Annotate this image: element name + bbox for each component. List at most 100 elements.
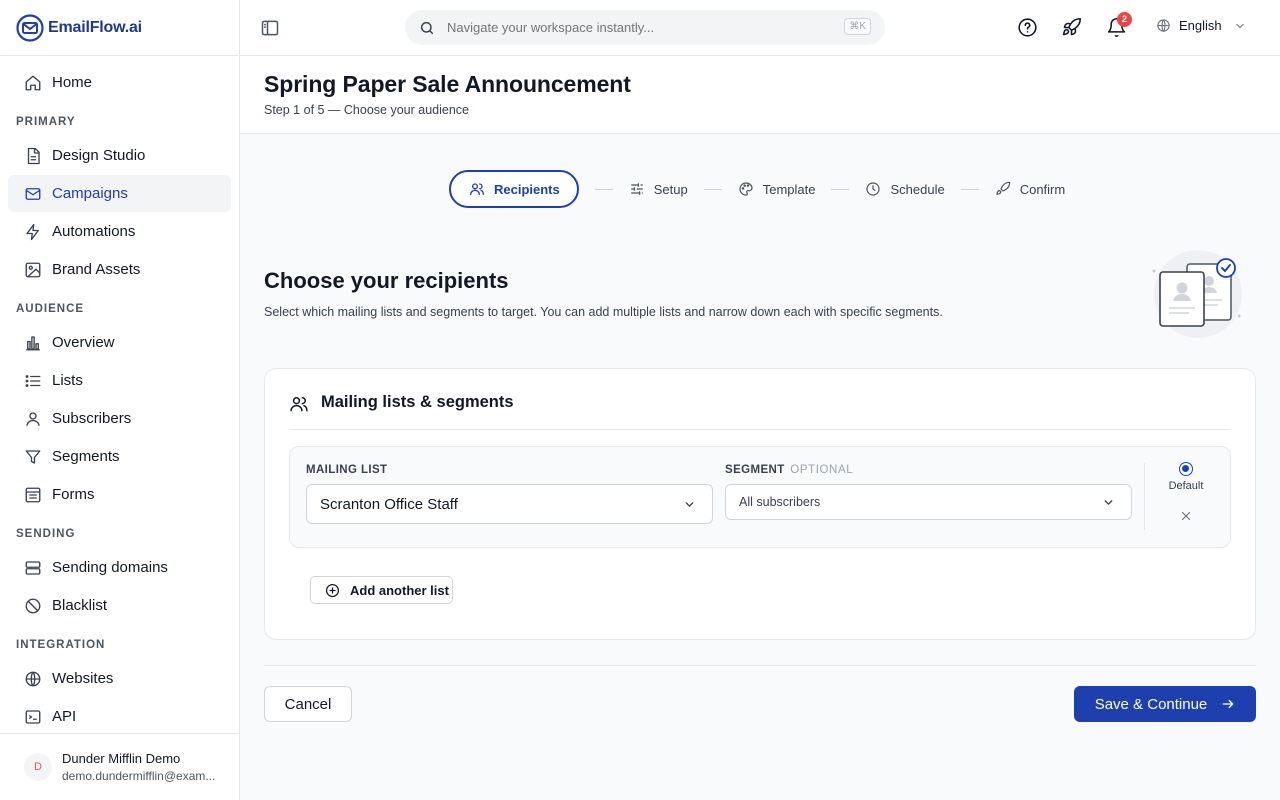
sidebar-item-forms[interactable]: Forms xyxy=(8,476,231,513)
language-label: English xyxy=(1179,18,1222,33)
notification-badge: 2 xyxy=(1117,12,1132,27)
add-list-button[interactable]: Add another list xyxy=(310,576,453,604)
mailing-list-row: MAILING LIST Scranton Office Staff SEGME… xyxy=(289,446,1231,548)
save-button-label: Save & Continue xyxy=(1094,695,1208,713)
rocket-icon[interactable] xyxy=(1061,17,1082,38)
sidebar: EmailFlow.ai Home PRIMARY Design Studio … xyxy=(0,0,240,800)
step-recipients[interactable]: Recipients xyxy=(449,170,579,208)
step-label: Schedule xyxy=(890,181,945,197)
mailing-list-label: MAILING LIST xyxy=(306,464,388,476)
sidebar-item-api[interactable]: API xyxy=(8,698,231,735)
divider xyxy=(1144,463,1145,530)
user-info: Dunder Mifflin Demo demo.dundermifflin@e… xyxy=(62,751,215,783)
users-icon xyxy=(469,181,485,197)
sidebar-item-home[interactable]: Home xyxy=(8,64,231,101)
step-confirm[interactable]: Confirm xyxy=(995,170,1066,208)
lightning-icon xyxy=(24,223,42,241)
sidebar-section-audience: AUDIENCE xyxy=(16,303,85,315)
app-logo[interactable]: EmailFlow.ai xyxy=(0,0,239,56)
sidebar-item-label: Overview xyxy=(52,334,115,351)
sidebar-item-label: Automations xyxy=(52,223,136,240)
rocket-icon xyxy=(995,181,1011,197)
step-label: Setup xyxy=(653,181,688,197)
segment-value: All subscribers xyxy=(739,495,821,509)
mail-icon xyxy=(24,185,42,203)
step-label: Template xyxy=(762,181,816,197)
mailing-list-value: Scranton Office Staff xyxy=(320,495,458,513)
ban-icon xyxy=(24,597,42,615)
terminal-icon xyxy=(24,708,42,726)
step-connector xyxy=(703,188,722,190)
sidebar-item-design-studio[interactable]: Design Studio xyxy=(8,137,231,174)
segment-label-text: SEGMENT xyxy=(725,464,785,476)
search-bar[interactable]: ⌘K xyxy=(405,10,885,45)
help-icon[interactable] xyxy=(1017,17,1038,38)
sidebar-item-brand-assets[interactable]: Brand Assets xyxy=(8,251,231,288)
plus-circle-icon xyxy=(325,583,340,598)
page-subtitle: Step 1 of 5 — Choose your audience xyxy=(264,103,469,117)
page-title: Spring Paper Sale Announcement xyxy=(264,71,631,97)
add-list-label: Add another list xyxy=(350,582,449,598)
user-icon xyxy=(24,410,42,428)
save-continue-button[interactable]: Save & Continue xyxy=(1074,686,1256,722)
server-icon xyxy=(24,559,42,577)
sidebar-item-label: Brand Assets xyxy=(52,261,141,278)
topbar: ⌘K 2 English xyxy=(240,0,1280,56)
list-icon xyxy=(24,372,42,390)
sliders-icon xyxy=(629,181,645,197)
section-description: Select which mailing lists and segments … xyxy=(264,305,943,319)
sidebar-item-label: Forms xyxy=(52,486,95,503)
cancel-button[interactable]: Cancel xyxy=(264,686,352,722)
mailing-list-select[interactable]: Scranton Office Staff xyxy=(306,484,713,524)
step-template[interactable]: Template xyxy=(738,170,816,208)
step-schedule[interactable]: Schedule xyxy=(865,170,945,208)
wizard-stepper: Recipients Setup Template Schedule Confi… xyxy=(449,170,1065,208)
sidebar-item-label: Blacklist xyxy=(52,597,108,614)
clock-icon xyxy=(865,181,881,197)
avatar: D xyxy=(24,753,52,781)
segment-select[interactable]: All subscribers xyxy=(725,484,1132,520)
sidebar-item-lists[interactable]: Lists xyxy=(8,362,231,399)
close-icon[interactable] xyxy=(1179,509,1193,523)
language-selector[interactable]: English xyxy=(1156,18,1246,33)
search-input[interactable] xyxy=(447,20,827,35)
sidebar-item-websites[interactable]: Websites xyxy=(8,660,231,697)
card-header: Mailing lists & segments xyxy=(289,393,1231,430)
sidebar-item-label: Subscribers xyxy=(52,410,132,427)
sidebar-item-automations[interactable]: Automations xyxy=(8,213,231,250)
step-label: Recipients xyxy=(494,181,560,197)
envelope-logo-icon xyxy=(16,13,44,42)
sidebar-item-label: Home xyxy=(52,74,93,91)
sidebar-item-campaigns[interactable]: Campaigns xyxy=(8,175,231,212)
chevron-down-icon xyxy=(1102,496,1115,509)
step-connector xyxy=(960,188,979,190)
sidebar-item-blacklist[interactable]: Blacklist xyxy=(8,587,231,624)
step-label: Confirm xyxy=(1019,181,1066,197)
sidebar-section-sending: SENDING xyxy=(16,528,76,540)
mailing-lists-card: Mailing lists & segments MAILING LIST Sc… xyxy=(264,368,1256,640)
step-setup[interactable]: Setup xyxy=(629,170,688,208)
sidebar-item-subscribers[interactable]: Subscribers xyxy=(8,400,231,437)
image-icon xyxy=(24,261,42,279)
default-label: Default xyxy=(1168,480,1204,492)
default-radio[interactable] xyxy=(1179,462,1193,476)
filter-icon xyxy=(24,448,42,466)
sidebar-section-primary: PRIMARY xyxy=(16,116,76,128)
user-profile[interactable]: D Dunder Mifflin Demo demo.dundermifflin… xyxy=(0,733,239,800)
section-title: Choose your recipients xyxy=(264,268,509,293)
page-header: Spring Paper Sale Announcement Step 1 of… xyxy=(240,56,1280,134)
sidebar-item-sending-domains[interactable]: Sending domains xyxy=(8,549,231,586)
sidebar-item-label: Design Studio xyxy=(52,147,146,164)
globe-icon xyxy=(24,670,42,688)
recipients-illustration xyxy=(1150,248,1242,340)
sidebar-item-label: API xyxy=(52,708,77,725)
step-connector xyxy=(831,188,850,190)
users-icon xyxy=(289,394,309,414)
bar-chart-icon xyxy=(24,334,42,352)
search-icon xyxy=(419,20,435,36)
segment-optional-label: OPTIONAL xyxy=(790,464,854,476)
sidebar-item-overview[interactable]: Overview xyxy=(8,324,231,361)
sidebar-item-segments[interactable]: Segments xyxy=(8,438,231,475)
chevron-down-icon xyxy=(683,498,696,511)
sidebar-toggle-icon[interactable] xyxy=(260,18,280,38)
